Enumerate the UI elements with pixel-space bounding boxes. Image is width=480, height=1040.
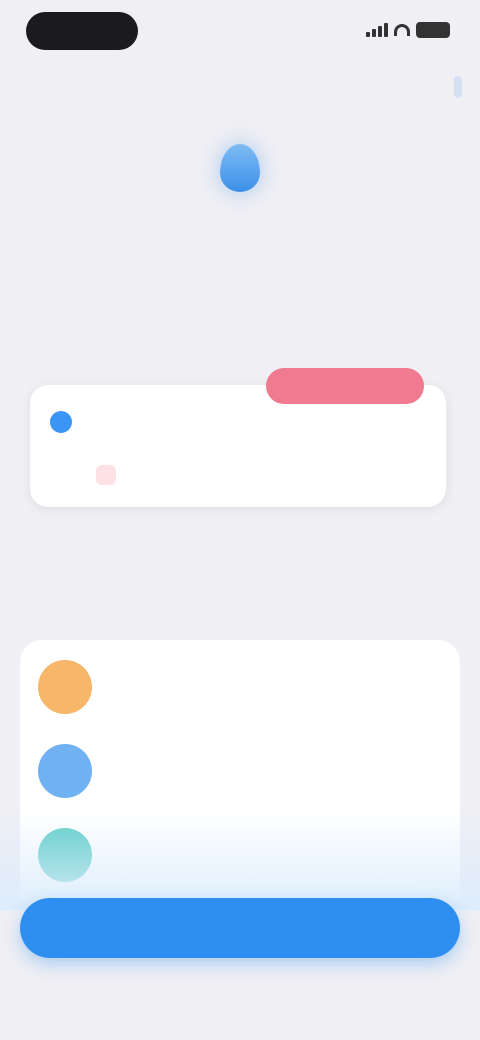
- status-time: [26, 12, 138, 50]
- option-row-1[interactable]: [20, 652, 460, 722]
- blue-circle-icon: [38, 744, 92, 798]
- header-action-button[interactable]: [454, 76, 462, 98]
- battery-icon: [416, 22, 450, 38]
- preview-tag: [96, 465, 116, 485]
- status-bar: [0, 0, 480, 60]
- preview-badge: [266, 368, 424, 404]
- option-row-2[interactable]: [20, 736, 460, 806]
- bottom-fade: [0, 810, 480, 910]
- orange-circle-icon: [38, 660, 92, 714]
- wifi-icon: [394, 24, 410, 36]
- water-drop-icon: [205, 128, 275, 208]
- status-icons: [366, 22, 450, 38]
- continue-button[interactable]: [20, 898, 460, 958]
- signal-icon: [366, 23, 388, 37]
- avatar: [50, 411, 72, 433]
